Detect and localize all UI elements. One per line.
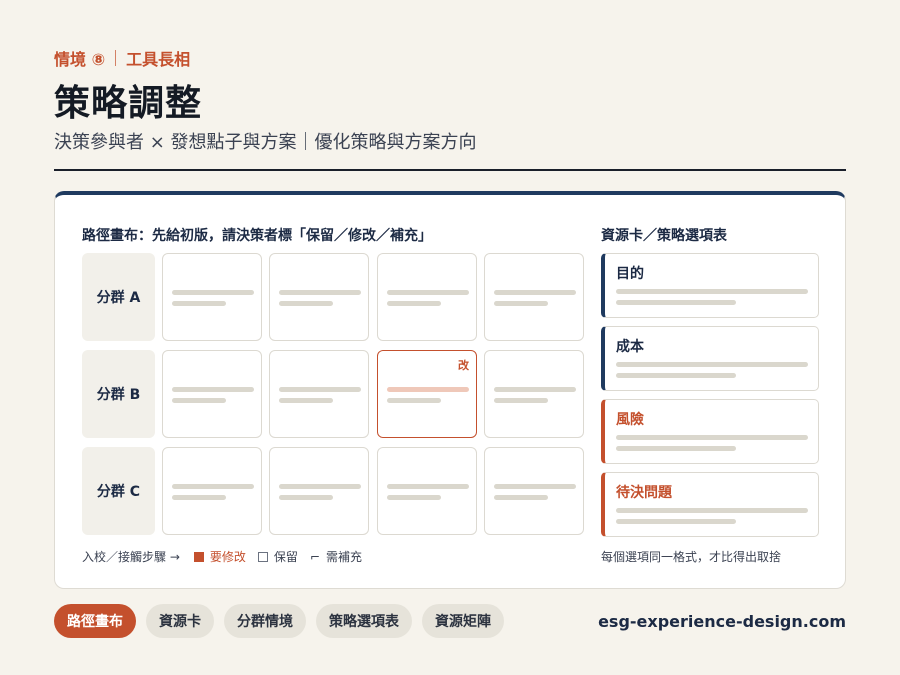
scenario-label: 情境 ⑧ — [54, 50, 106, 69]
page-subtitle: 決策參與者 × 發想點子與方案｜優化策略與方案方向 — [54, 132, 477, 153]
placeholder-line — [616, 362, 808, 367]
canvas-cell[interactable] — [484, 447, 584, 535]
canvas-cell[interactable] — [269, 350, 369, 438]
placeholder-line — [387, 484, 469, 489]
canvas-cell[interactable] — [484, 253, 584, 341]
placeholder-line — [172, 387, 254, 392]
legend-supplement: 需補充 — [325, 550, 362, 564]
footer-tabs: 路徑畫布 資源卡 分群情境 策略選項表 資源矩陣 — [54, 604, 504, 638]
edit-tag: 改 — [458, 359, 469, 372]
placeholder-line — [172, 484, 254, 489]
placeholder-line — [494, 301, 548, 306]
tab-path-canvas[interactable]: 路徑畫布 — [54, 604, 136, 638]
canvas-cell[interactable] — [484, 350, 584, 438]
canvas-cell[interactable] — [162, 447, 262, 535]
placeholder-line — [616, 373, 736, 378]
card-title: 目的 — [616, 266, 644, 282]
canvas-cell[interactable] — [269, 447, 369, 535]
category-label: 工具長相 — [126, 50, 191, 69]
placeholder-line — [172, 495, 226, 500]
canvas-cell[interactable] — [377, 447, 477, 535]
keep-swatch-icon — [257, 551, 268, 562]
header-rule — [54, 169, 846, 171]
tab-resource-matrix[interactable]: 資源矩陣 — [422, 604, 504, 638]
eyebrow: 情境 ⑧ 工具長相 — [54, 46, 190, 70]
tab-strategy-options[interactable]: 策略選項表 — [316, 604, 412, 638]
placeholder-line — [494, 398, 548, 403]
card-title: 待決問題 — [616, 485, 672, 501]
legend-prefix: 入校／接觸步驟 → — [82, 550, 180, 564]
placeholder-line — [494, 484, 576, 489]
group-label-c: 分群 C — [82, 447, 155, 535]
tool-panel: 路徑畫布：先給初版，請決策者標「保留／修改／補充」 資源卡／策略選項表 分群 A… — [54, 191, 846, 589]
placeholder-line — [616, 508, 808, 513]
placeholder-line — [387, 387, 469, 392]
placeholder-line — [616, 519, 736, 524]
placeholder-line — [172, 301, 226, 306]
group-label-b: 分群 B — [82, 350, 155, 438]
placeholder-line — [279, 301, 333, 306]
placeholder-line — [172, 290, 254, 295]
resource-card-purpose[interactable]: 目的 — [601, 253, 819, 318]
canvas-cell-edit[interactable]: 改 — [377, 350, 477, 438]
placeholder-line — [387, 398, 441, 403]
canvas-cell[interactable] — [162, 350, 262, 438]
legend-edit: 要修改 — [209, 550, 246, 564]
resource-card-open-questions[interactable]: 待決問題 — [601, 472, 819, 537]
canvas-legend: 入校／接觸步驟 → 要修改 保留 ⌐ 需補充 — [82, 548, 362, 565]
resource-heading: 資源卡／策略選項表 — [601, 228, 727, 244]
placeholder-line — [279, 290, 361, 295]
supplement-mark-icon: ⌐ — [309, 549, 320, 564]
placeholder-line — [616, 435, 808, 440]
card-title: 成本 — [616, 339, 644, 355]
eyebrow-divider — [115, 50, 117, 66]
placeholder-line — [387, 495, 441, 500]
group-label-a: 分群 A — [82, 253, 155, 341]
page-title: 策略調整 — [54, 83, 203, 124]
placeholder-line — [172, 398, 226, 403]
placeholder-line — [616, 289, 808, 294]
resource-note: 每個選項同一格式，才比得出取捨 — [601, 550, 782, 564]
resource-card-cost[interactable]: 成本 — [601, 326, 819, 391]
canvas-cell[interactable] — [162, 253, 262, 341]
placeholder-line — [494, 290, 576, 295]
placeholder-line — [387, 290, 469, 295]
legend-keep: 保留 — [273, 550, 298, 564]
tab-segment-scenario[interactable]: 分群情境 — [224, 604, 306, 638]
resource-card-risk[interactable]: 風險 — [601, 399, 819, 464]
canvas-cell[interactable] — [377, 253, 477, 341]
placeholder-line — [387, 301, 441, 306]
placeholder-line — [279, 484, 361, 489]
placeholder-line — [494, 387, 576, 392]
placeholder-line — [616, 446, 736, 451]
site-url[interactable]: esg-experience-design.com — [598, 612, 846, 631]
canvas-heading: 路徑畫布：先給初版，請決策者標「保留／修改／補充」 — [82, 228, 432, 244]
placeholder-line — [494, 495, 548, 500]
placeholder-line — [279, 495, 333, 500]
placeholder-line — [279, 398, 333, 403]
placeholder-line — [616, 300, 736, 305]
tab-resource-card[interactable]: 資源卡 — [146, 604, 214, 638]
canvas-cell[interactable] — [269, 253, 369, 341]
card-title: 風險 — [616, 412, 644, 428]
placeholder-line — [279, 387, 361, 392]
edit-swatch-icon — [193, 551, 204, 562]
